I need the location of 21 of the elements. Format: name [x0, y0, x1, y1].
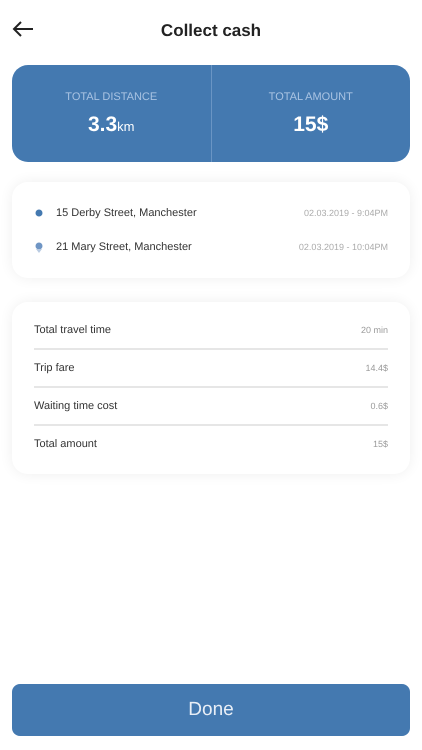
address-text: 15 Derby Street, Manchester: [56, 207, 198, 219]
summary-value: 15$: [293, 112, 328, 136]
screen-title: Collect cash: [160, 21, 262, 41]
done-button[interactable]: Done: [12, 684, 410, 736]
detail-label: Waiting time cost: [34, 400, 118, 412]
detail-value: 14.4$: [365, 363, 388, 373]
summary-label: TOTAL AMOUNT: [268, 90, 353, 102]
address-text: 21 Mary Street, Manchester: [56, 241, 193, 253]
pickup-dot-icon: [34, 208, 44, 218]
detail-value: 20 min: [360, 325, 388, 335]
detail-value: 15$: [372, 439, 388, 449]
dropoff-pin-icon: [34, 241, 44, 253]
detail-value: 0.6$: [370, 401, 388, 411]
back-arrow-icon[interactable]: [12, 21, 34, 37]
detail-label: Total travel time: [34, 324, 112, 336]
time-text: 02.03.2019 - 9:04PM: [304, 208, 388, 218]
detail-label: Trip fare: [34, 362, 75, 374]
time-text: 02.03.2019 - 10:04PM: [298, 242, 388, 252]
summary-value: 3.3km: [88, 112, 135, 136]
detail-label: Total amount: [34, 438, 97, 450]
summary-label: TOTAL DISTANCE: [65, 90, 158, 102]
